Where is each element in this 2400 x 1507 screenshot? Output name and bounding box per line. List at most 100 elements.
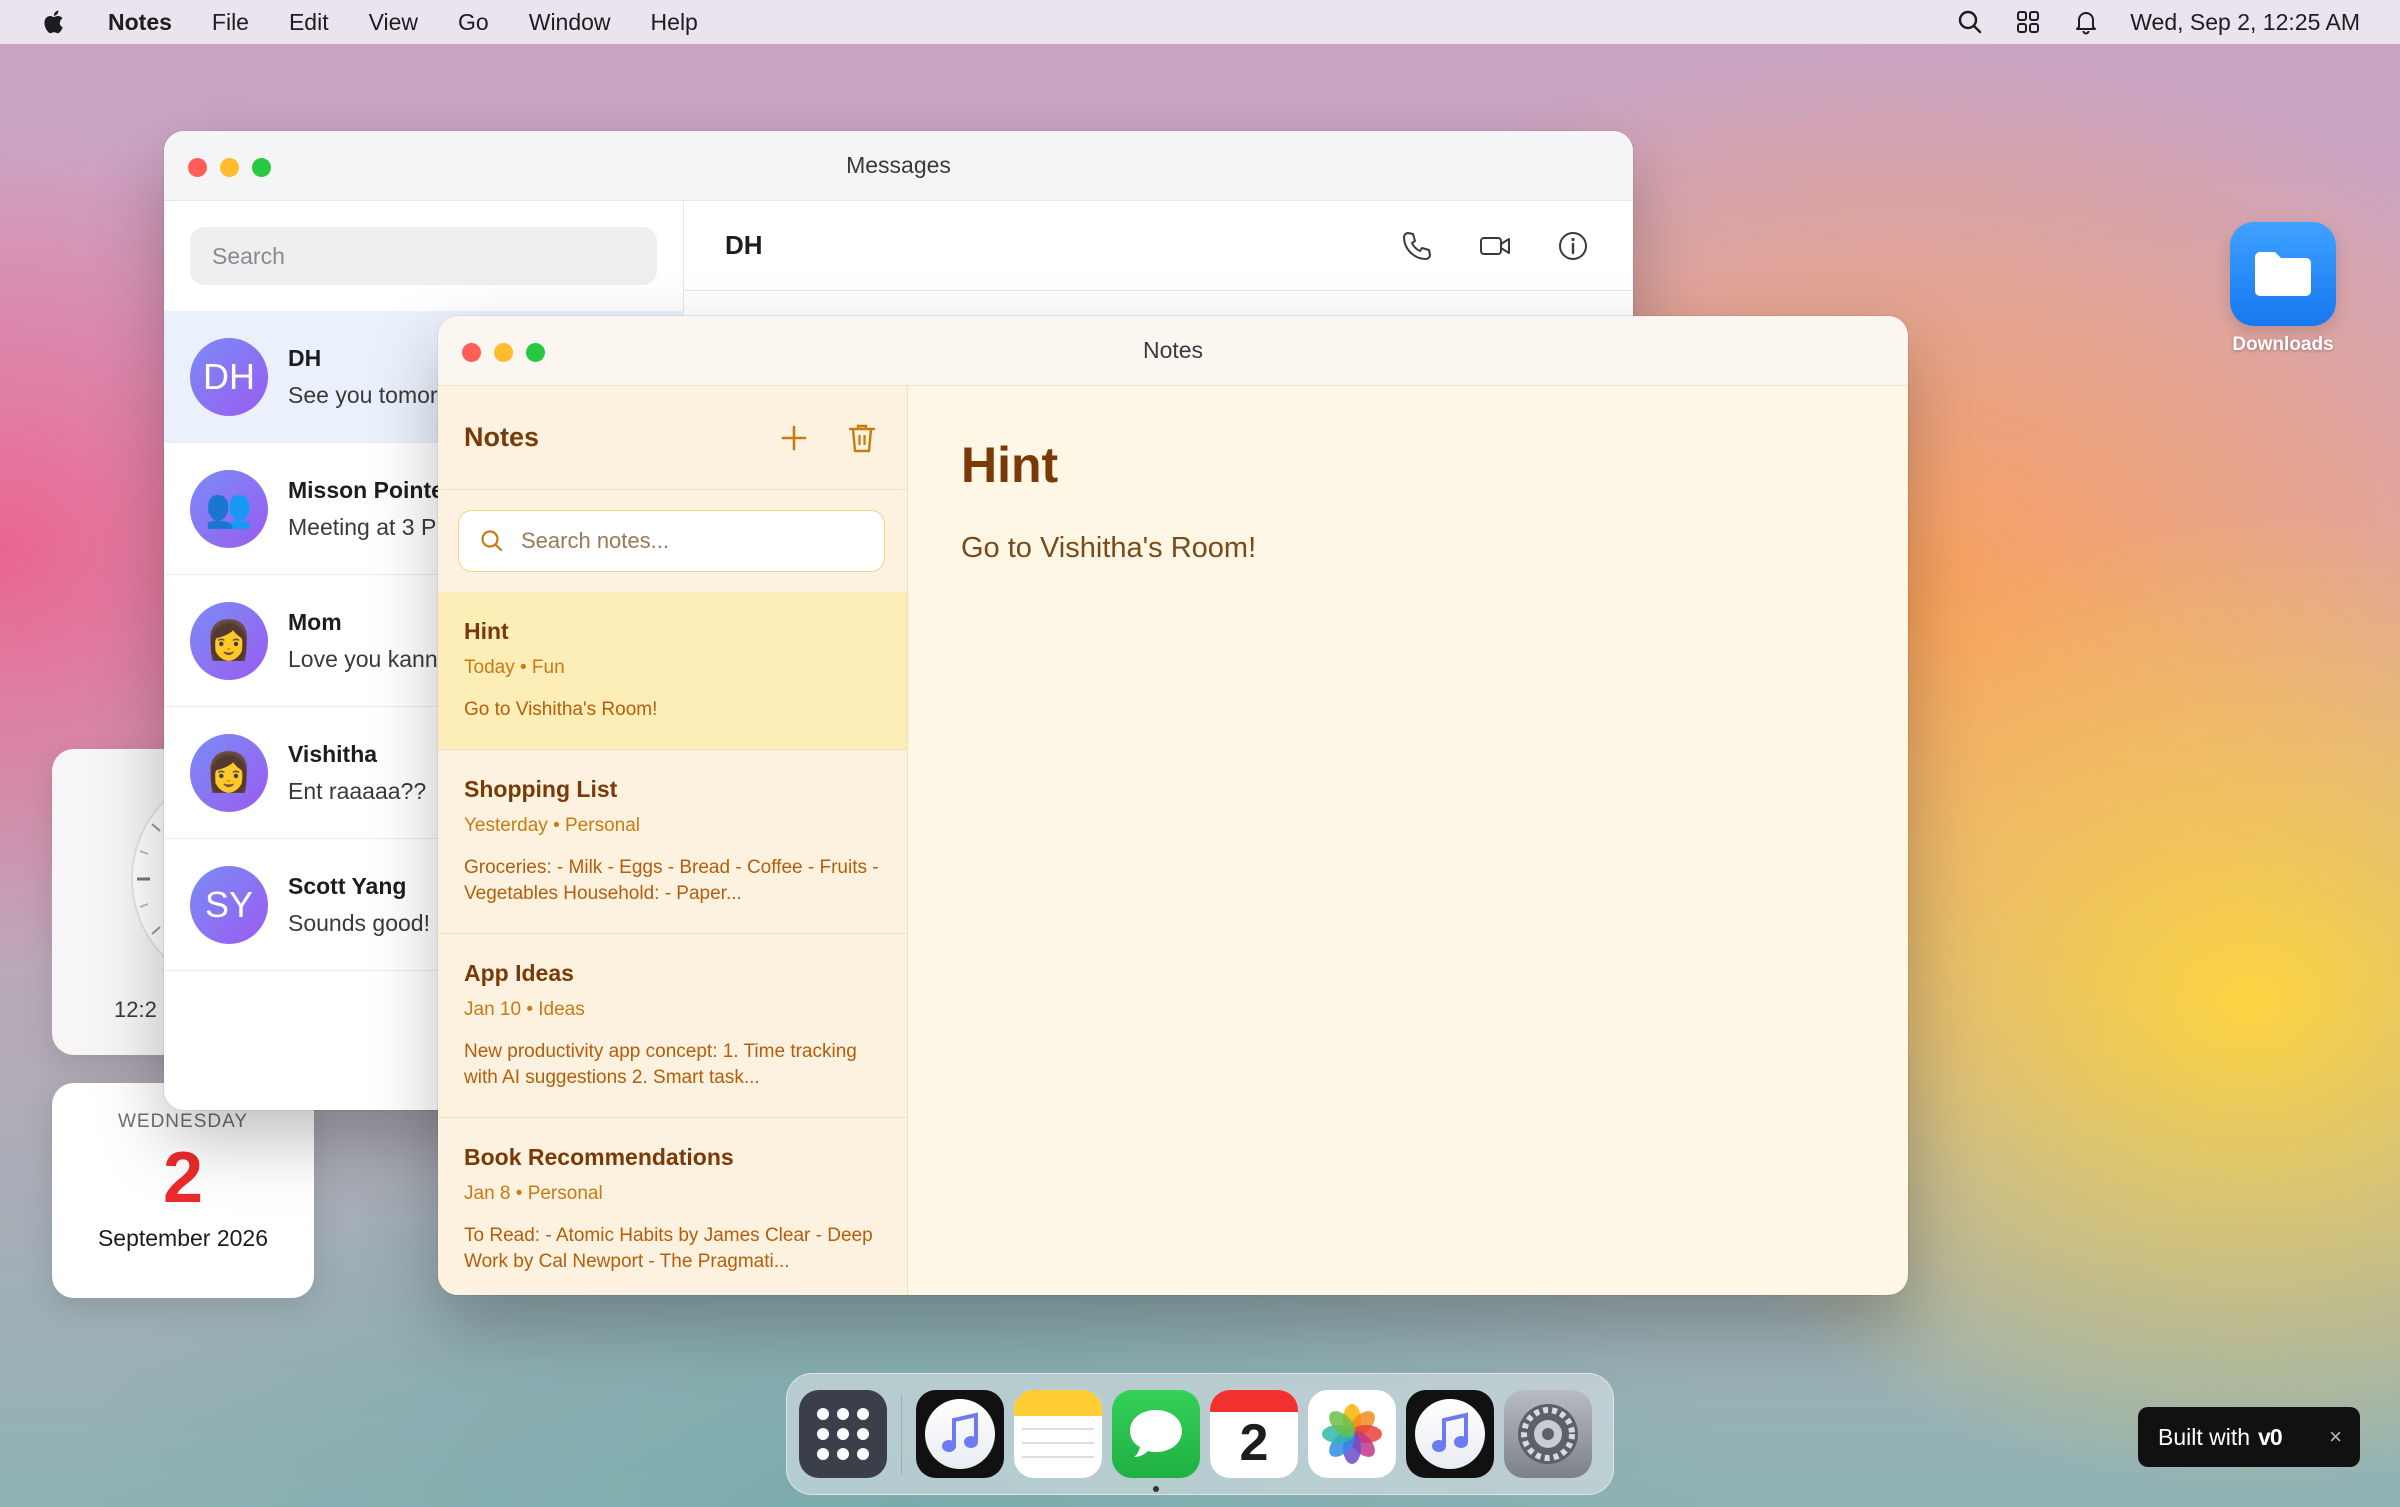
search-icon[interactable]: [1956, 8, 1984, 36]
avatar: 👩: [190, 601, 268, 680]
menu-go[interactable]: Go: [458, 9, 489, 36]
notes-sidebar-title: Notes: [464, 422, 540, 452]
menu-view[interactable]: View: [369, 9, 418, 36]
conversation-name: DH: [288, 344, 322, 371]
menu-help[interactable]: Help: [651, 9, 698, 36]
window-title: Notes: [1142, 337, 1204, 363]
info-icon[interactable]: [1553, 226, 1593, 266]
note-preview: Groceries: - Milk - Eggs - Bread - Coffe…: [464, 857, 879, 904]
note-preview: New productivity app concept: 1. Time tr…: [464, 1041, 857, 1088]
notes-sidebar: Notes Hint Today • Fun Go to Vishitha's …: [438, 386, 908, 1295]
music-icon[interactable]: [1406, 1390, 1494, 1478]
note-title: Shopping List: [464, 776, 618, 802]
conversation-preview: Love you kann: [288, 645, 438, 672]
minimize-button[interactable]: [494, 343, 513, 362]
v0-logo: v0: [2258, 1423, 2283, 1450]
apple-menu-icon[interactable]: [42, 9, 64, 35]
search-icon: [481, 530, 503, 552]
notes-sidebar-header: Notes: [438, 386, 907, 490]
note-list-item[interactable]: Book Recommendations Jan 8 • Personal To…: [438, 1118, 907, 1295]
calendar-widget[interactable]: WEDNESDAY 2 September 2026: [52, 1083, 314, 1298]
video-call-icon[interactable]: [1475, 226, 1515, 266]
note-editor[interactable]: Hint Go to Vishitha's Room!: [909, 386, 1908, 1295]
note-preview: To Read: - Atomic Habits by James Clear …: [464, 1225, 873, 1272]
conversation-preview: Sounds good!: [288, 909, 430, 936]
close-button[interactable]: [462, 343, 481, 362]
calendar-weekday: WEDNESDAY: [117, 1111, 249, 1132]
built-with-badge[interactable]: Built with v0 ×: [2138, 1407, 2360, 1467]
note-editor-title[interactable]: Hint: [961, 436, 1856, 494]
messages-icon[interactable]: [1112, 1390, 1200, 1492]
note-editor-body[interactable]: Go to Vishitha's Room!: [961, 532, 1856, 565]
note-title: Book Recommendations: [464, 1144, 734, 1170]
dock: 2: [786, 1373, 1614, 1495]
note-meta: Jan 8 • Personal: [464, 1183, 603, 1204]
running-indicator: [1153, 1486, 1159, 1492]
chat-contact-name: DH: [725, 230, 763, 260]
note-title: Hint: [464, 618, 509, 644]
menu-edit[interactable]: Edit: [289, 9, 329, 36]
chat-header: DH: [685, 201, 1633, 291]
conversation-preview: Meeting at 3 P: [288, 513, 437, 540]
notes-icon[interactable]: [1014, 1390, 1102, 1478]
note-preview: Go to Vishitha's Room!: [464, 699, 658, 720]
zoom-button[interactable]: [252, 158, 271, 177]
delete-note-button[interactable]: [845, 421, 879, 455]
clock-digital-time: 12:2: [114, 997, 157, 1022]
menu-file[interactable]: File: [212, 9, 249, 36]
downloads-label: Downloads: [2232, 334, 2334, 355]
menu-app-name[interactable]: Notes: [108, 9, 172, 36]
conversation-preview: See you tomor: [288, 381, 438, 408]
dock-separator: [901, 1394, 902, 1474]
avatar: 👩: [190, 733, 268, 812]
photos-icon[interactable]: [1308, 1390, 1396, 1478]
notes-titlebar[interactable]: Notes: [438, 316, 1908, 386]
close-icon[interactable]: ×: [2329, 1424, 2342, 1450]
window-controls: [462, 343, 545, 362]
conversation-name: Mom: [288, 608, 342, 635]
new-note-button[interactable]: [777, 421, 811, 455]
notes-window: Notes Notes Hint Today • Fun Go to Vishi…: [438, 316, 1908, 1295]
close-button[interactable]: [188, 158, 207, 177]
window-controls: [188, 158, 271, 177]
plus-icon: [781, 425, 807, 450]
calendar-day: 2: [162, 1138, 204, 1218]
avatar: SY: [190, 865, 268, 944]
avatar: DH: [190, 337, 268, 416]
conversation-preview: Ent raaaaa??: [288, 777, 427, 804]
search-notes-input[interactable]: [521, 528, 861, 554]
window-title: Messages: [846, 152, 951, 178]
note-list-item[interactable]: Hint Today • Fun Go to Vishitha's Room!: [438, 592, 907, 750]
menu-window[interactable]: Window: [529, 9, 611, 36]
note-meta: Yesterday • Personal: [464, 815, 641, 836]
folder-icon: [2230, 222, 2336, 326]
zoom-button[interactable]: [526, 343, 545, 362]
note-list-item[interactable]: App Ideas Jan 10 • Ideas New productivit…: [438, 934, 907, 1118]
note-meta: Today • Fun: [464, 657, 565, 678]
calendar-month-year: September 2026: [97, 1225, 269, 1251]
calendar-icon-day: 2: [1239, 1414, 1269, 1472]
minimize-button[interactable]: [220, 158, 239, 177]
avatar: 👥: [190, 469, 268, 548]
music-icon[interactable]: [916, 1390, 1004, 1478]
conversation-name: Scott Yang: [288, 872, 407, 899]
conversation-name: Vishitha: [288, 740, 378, 767]
launchpad-icon[interactable]: [799, 1390, 887, 1478]
control-center-icon[interactable]: [2014, 8, 2042, 36]
note-list-item[interactable]: Shopping List Yesterday • Personal Groce…: [438, 750, 907, 934]
note-meta: Jan 10 • Ideas: [464, 999, 585, 1020]
trash-icon: [848, 424, 876, 452]
calendar-icon[interactable]: 2: [1210, 1390, 1298, 1478]
notes-search-field[interactable]: [458, 510, 885, 572]
downloads-folder[interactable]: Downloads: [2228, 222, 2338, 356]
system-settings-icon[interactable]: [1504, 1390, 1592, 1478]
search-input[interactable]: Search: [190, 227, 657, 285]
menubar-clock[interactable]: Wed, Sep 2, 12:25 AM: [2130, 9, 2360, 36]
built-with-text: Built with: [2158, 1423, 2251, 1450]
menu-bar: Notes File Edit View Go Window Help Wed,…: [0, 0, 2400, 44]
menubar-status-area: Wed, Sep 2, 12:25 AM: [1956, 8, 2360, 36]
bell-icon[interactable]: [2072, 8, 2100, 36]
note-title: App Ideas: [464, 960, 574, 986]
phone-icon[interactable]: [1397, 226, 1437, 266]
messages-titlebar[interactable]: Messages: [164, 131, 1633, 201]
